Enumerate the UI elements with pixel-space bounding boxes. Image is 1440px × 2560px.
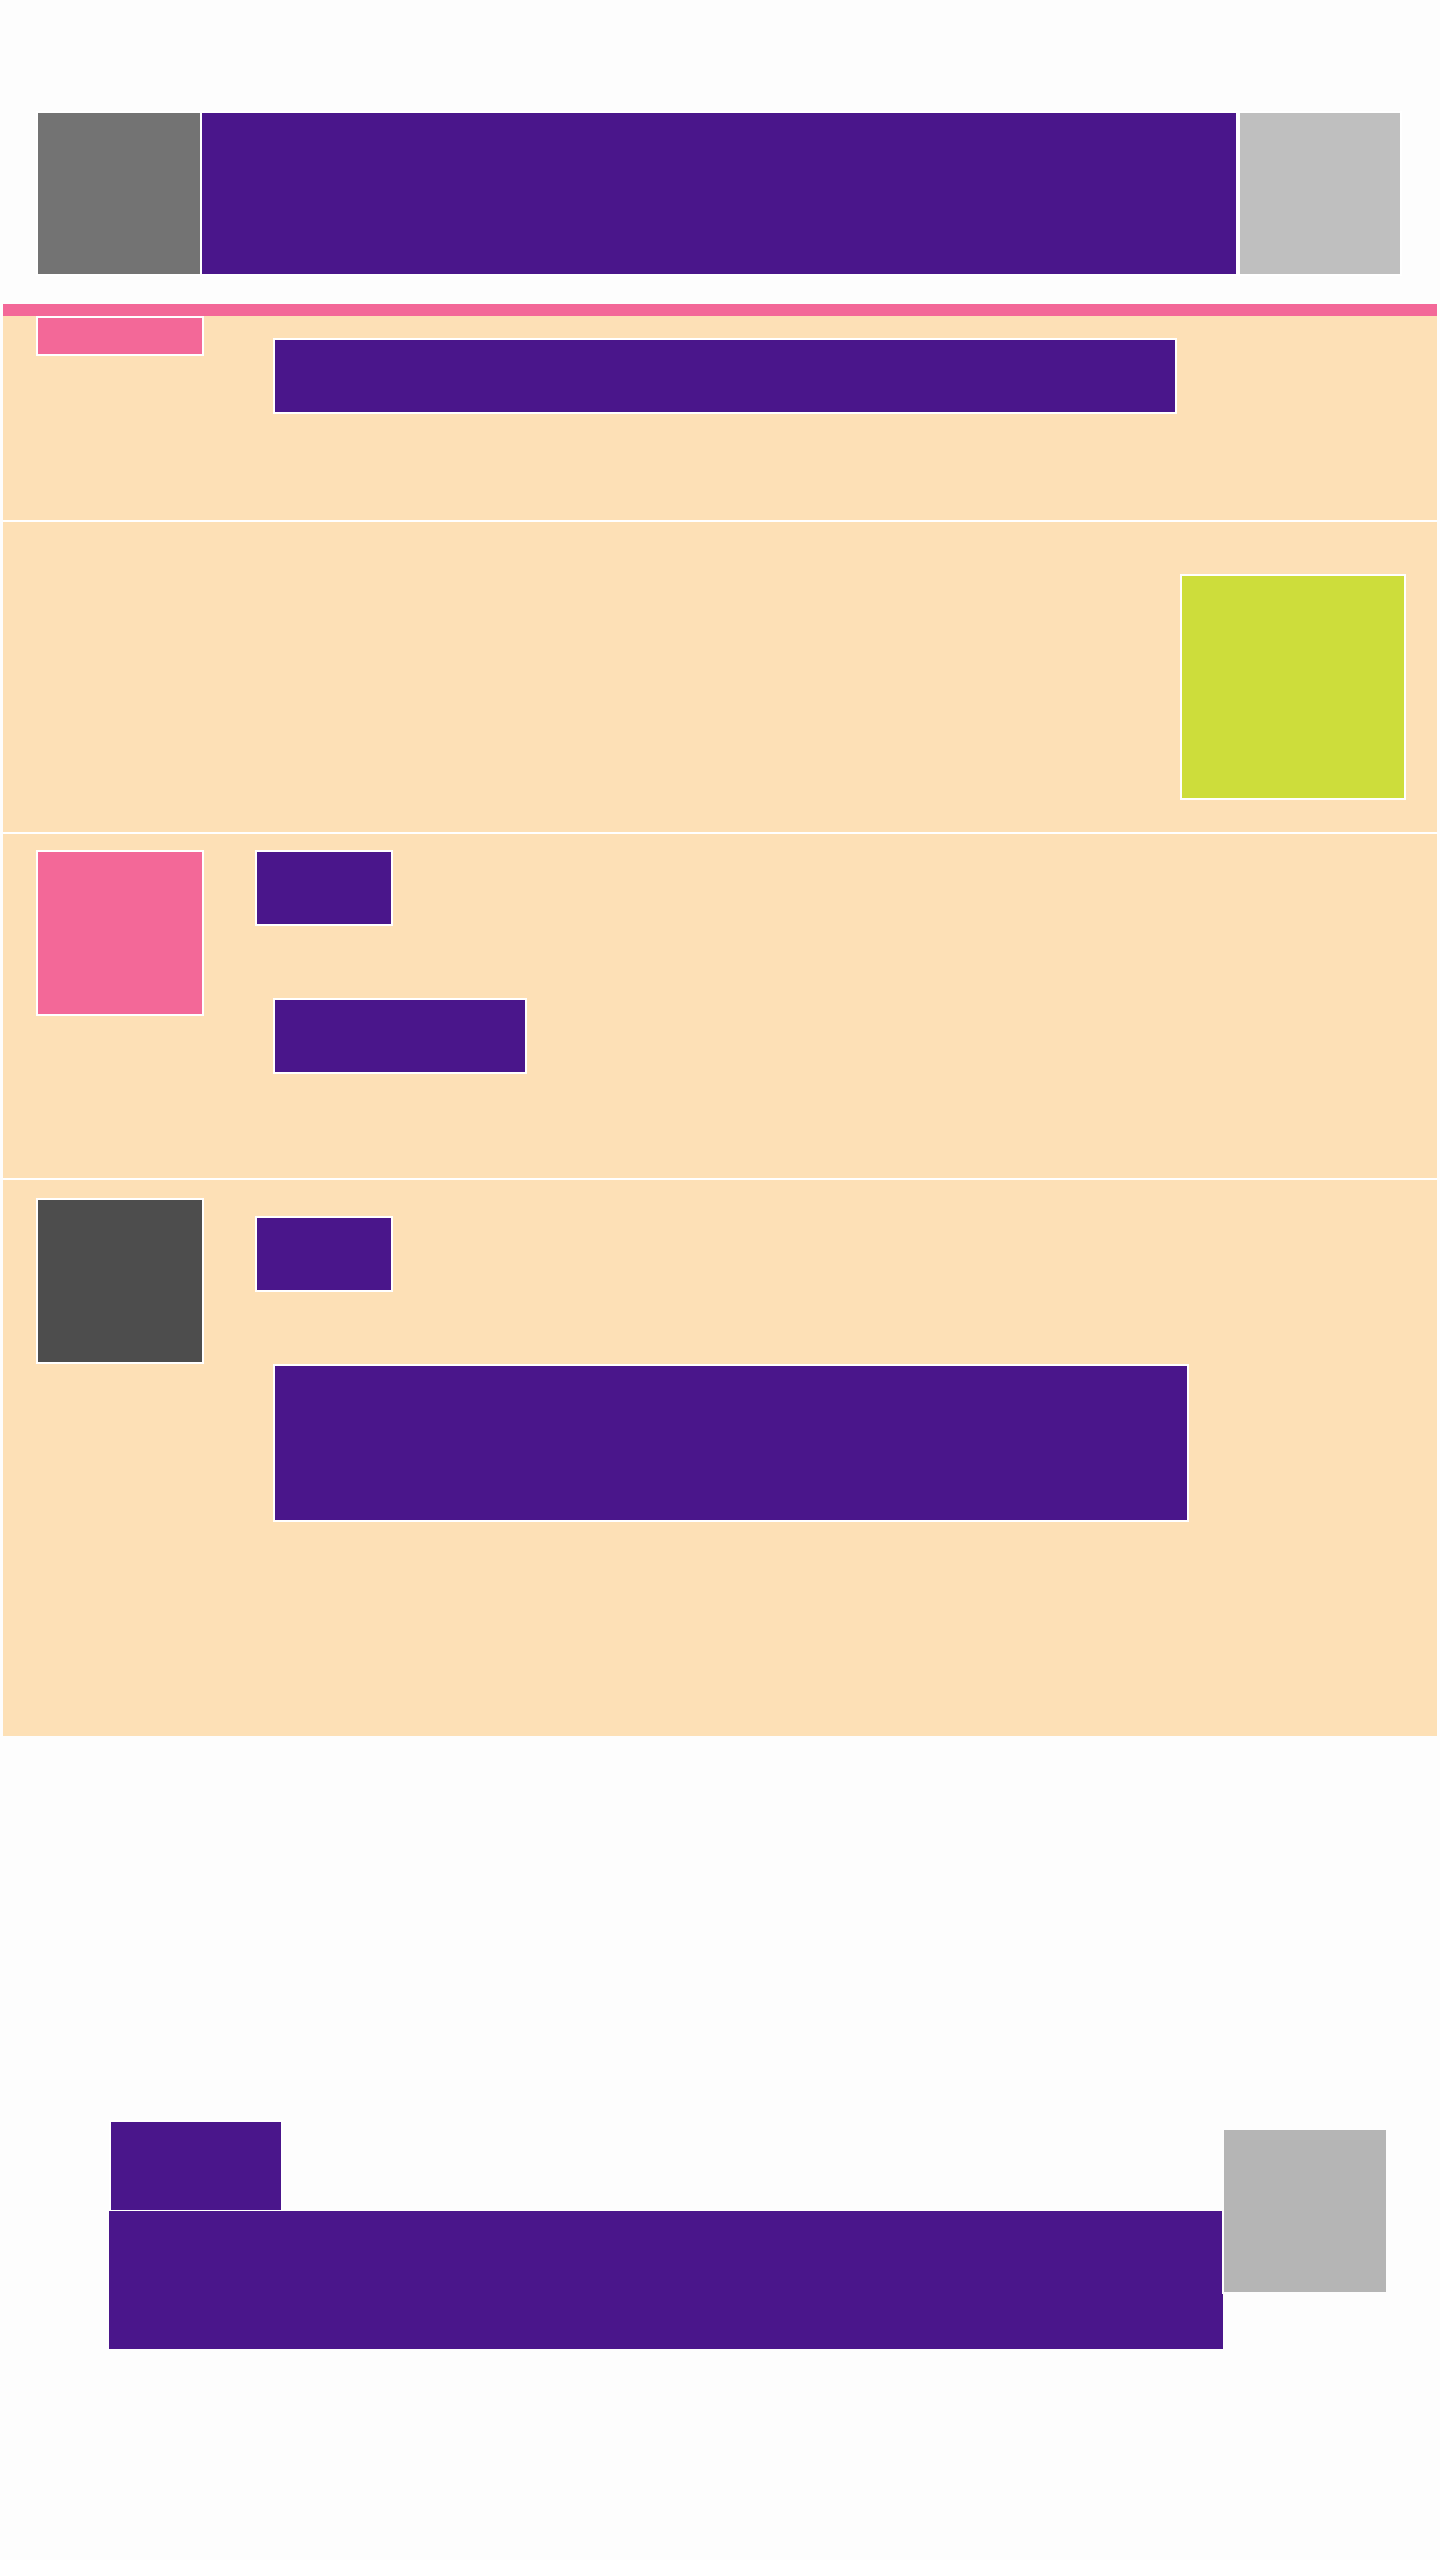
- feed-item-text: [273, 338, 1177, 414]
- avatar-icon[interactable]: [36, 850, 204, 1016]
- image-thumbnail-icon[interactable]: [1180, 574, 1406, 800]
- image-icon[interactable]: [1222, 2128, 1388, 2294]
- bottom-card-label[interactable]: [109, 2120, 283, 2212]
- avatar-icon[interactable]: [36, 1198, 204, 1364]
- feed-item-text: [273, 1364, 1189, 1522]
- feed-item[interactable]: [3, 316, 1437, 522]
- feed-item-text: [273, 998, 527, 1074]
- feed-item[interactable]: [3, 1180, 1437, 1736]
- header-title: [200, 111, 1238, 276]
- bottom-card-text: [109, 2211, 1223, 2349]
- avatar-icon[interactable]: [36, 316, 204, 356]
- menu-icon[interactable]: [1238, 111, 1402, 276]
- feed-item-author[interactable]: [255, 1216, 393, 1292]
- app-root: [0, 0, 1440, 2560]
- header-divider: [3, 304, 1437, 316]
- feed-item[interactable]: [3, 834, 1437, 1180]
- feed-item-author[interactable]: [255, 850, 393, 926]
- feed-item[interactable]: [3, 522, 1437, 834]
- app-logo-icon[interactable]: [36, 111, 202, 276]
